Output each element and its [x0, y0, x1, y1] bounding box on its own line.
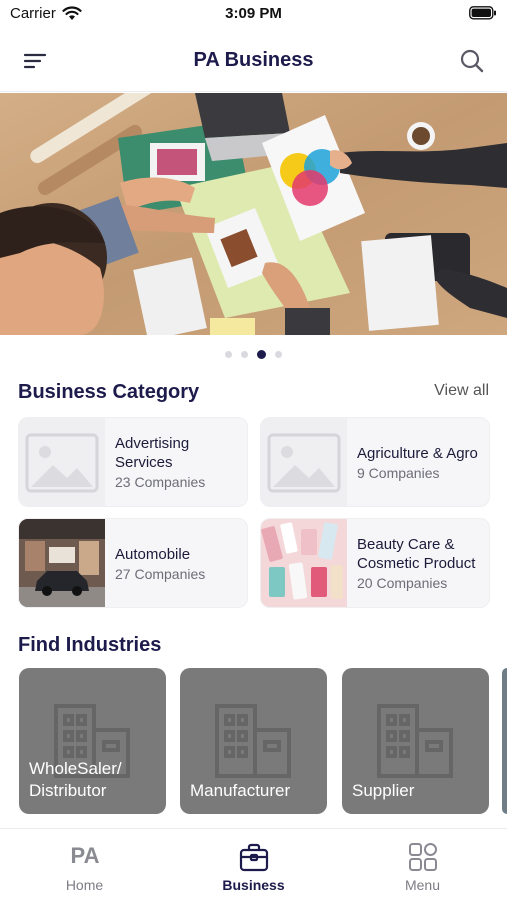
industry-label: Manufacturer — [190, 781, 291, 800]
grid-icon — [338, 841, 507, 873]
category-name: Advertising Services — [115, 435, 190, 471]
building-icon — [213, 702, 293, 785]
category-card-beauty[interactable]: Beauty Care & Cosmetic Product 20 Compan… — [260, 518, 490, 608]
business-category-title: Business Category — [18, 381, 200, 403]
carousel-dot[interactable] — [225, 350, 232, 358]
tab-label: Menu — [404, 877, 441, 893]
tab-menu[interactable]: Menu — [338, 829, 507, 900]
category-name: Automobile — [115, 545, 191, 563]
category-count: 23 Companies — [115, 474, 206, 490]
bottom-tab-bar: PA Home Business Menu — [0, 828, 507, 900]
tab-home[interactable]: PA Home — [0, 829, 169, 900]
hero-banner[interactable] — [0, 93, 507, 335]
category-card-automobile[interactable]: Automobile 27 Companies — [18, 518, 248, 608]
status-time: 3:09 PM — [225, 5, 282, 22]
pa-logo-icon: PA — [0, 841, 169, 873]
category-name: Beauty Care & Cosmetic Product — [357, 536, 476, 572]
tab-label: Home — [65, 877, 104, 893]
navigation-bar: PA Business — [0, 30, 507, 92]
category-count: 9 Companies — [357, 464, 440, 481]
find-industries-title: Find Industries — [18, 634, 162, 656]
svg-text:PA: PA — [70, 843, 99, 868]
category-name: Agriculture & Agro — [357, 444, 478, 462]
battery-icon — [469, 6, 497, 25]
placeholder-image-icon — [19, 418, 105, 506]
industry-tile-manufacturer[interactable]: Manufacturer — [180, 668, 327, 814]
carousel-dot-active[interactable] — [257, 349, 266, 359]
building-icon — [375, 702, 455, 785]
garage-photo — [19, 519, 105, 607]
search-icon — [460, 49, 484, 73]
industry-label: Supplier — [352, 781, 415, 800]
carousel-dot[interactable] — [275, 350, 282, 358]
placeholder-image-icon — [261, 418, 347, 506]
category-count: 27 Companies — [115, 565, 206, 582]
industry-tile-supplier[interactable]: Supplier — [342, 668, 489, 814]
page-title: PA Business — [193, 49, 314, 71]
status-bar: Carrier 3:09 PM — [0, 0, 507, 30]
carousel-pagination — [0, 348, 507, 360]
search-button[interactable] — [457, 46, 487, 76]
banner-image — [0, 93, 507, 335]
cosmetics-photo — [261, 519, 347, 607]
briefcase-icon — [169, 841, 338, 873]
industry-tile-wholesaler[interactable]: WholeSaler/ Distributor — [19, 668, 166, 814]
tab-label: Business — [222, 877, 285, 893]
industry-tile-next-peek[interactable] — [502, 668, 507, 814]
category-count: 20 Companies — [357, 575, 448, 591]
tab-business[interactable]: Business — [169, 829, 338, 900]
industry-label: WholeSaler/ Distributor — [29, 759, 122, 800]
view-all-link[interactable]: View all — [434, 382, 489, 400]
category-card-advertising[interactable]: Advertising Services 23 Companies — [18, 417, 248, 507]
carousel-dot[interactable] — [241, 350, 248, 358]
category-card-agriculture[interactable]: Agriculture & Agro 9 Companies — [260, 417, 490, 507]
